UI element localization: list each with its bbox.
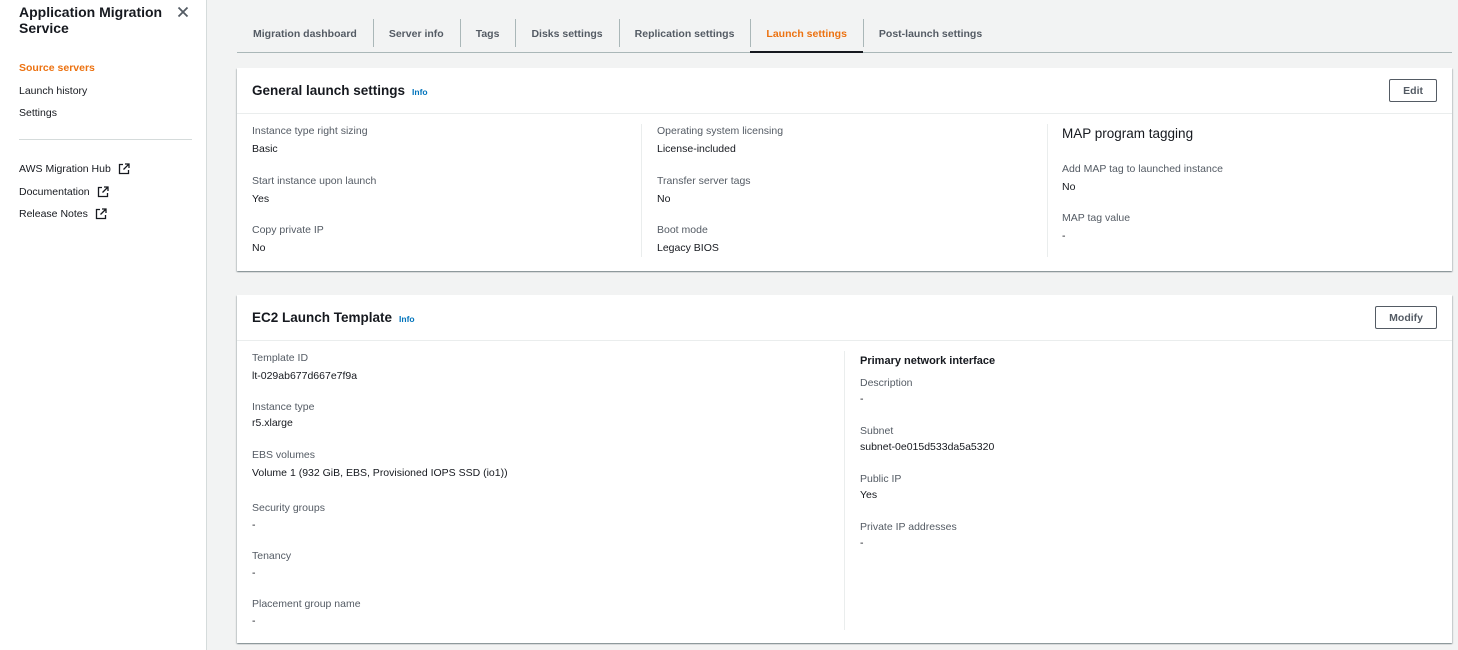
nav-link-release-notes[interactable]: Release Notes (19, 203, 130, 226)
field-label: Transfer server tags (657, 175, 751, 187)
tab-tags[interactable]: Tags (459, 16, 516, 52)
nav-link-label: Release Notes (19, 208, 88, 221)
panel-title: EC2 Launch Template (252, 310, 393, 325)
field-label: MAP tag value (1062, 212, 1131, 224)
panel-header: General launch settings Info Edit (237, 68, 1452, 114)
external-link-icon (118, 163, 130, 175)
field-value: - (252, 519, 256, 531)
field-label: Copy private IP (252, 224, 324, 236)
field-value: No (657, 193, 671, 205)
field-label: Start instance upon launch (252, 175, 377, 187)
info-link[interactable]: Info (412, 87, 428, 97)
field-label: Instance type right sizing (252, 125, 368, 137)
tab-launch-settings[interactable]: Launch settings (750, 16, 863, 53)
field-value: Volume 1 (932 GiB, EBS, Provisioned IOPS… (252, 467, 508, 479)
field-label: Tenancy (252, 550, 292, 562)
field-value: No (252, 242, 266, 254)
field-label: Operating system licensing (657, 125, 784, 137)
nav-item-source-servers[interactable]: Source servers (19, 60, 95, 83)
tab-server-info[interactable]: Server info (372, 16, 460, 52)
field-value: lt-029ab677d667e7f9a (252, 370, 358, 382)
column-divider (844, 351, 845, 630)
side-navigation: Application Migration Service Source ser… (0, 0, 207, 650)
field-value: r5.xlarge (252, 417, 293, 429)
field-label: Instance type (252, 401, 315, 413)
field-value: License-included (657, 143, 736, 155)
field-value: - (1062, 230, 1066, 242)
field-label: EBS volumes (252, 449, 316, 461)
field-value: - (252, 615, 256, 627)
nav-link-aws-migration-hub[interactable]: AWS Migration Hub (19, 158, 130, 181)
field-label: Security groups (252, 502, 325, 514)
info-link[interactable]: Info (399, 314, 415, 324)
field-value: - (860, 537, 864, 549)
field-label: Subnet (860, 425, 894, 437)
server-detail-tabs: Migration dashboard Server info Tags Dis… (237, 16, 1452, 53)
field-label: Boot mode (657, 224, 708, 236)
field-label: Template ID (252, 352, 309, 364)
nav-link-label: AWS Migration Hub (19, 163, 111, 176)
nav-link-label: Documentation (19, 185, 90, 198)
column-divider (641, 124, 642, 257)
ec2-launch-template-panel: EC2 Launch Template Info Modify Template… (237, 295, 1452, 643)
service-title: Application Migration Service (19, 4, 163, 36)
nav-item-launch-history[interactable]: Launch history (19, 83, 95, 106)
field-value: No (1062, 181, 1076, 193)
field-value: Yes (860, 489, 878, 501)
network-interface-heading: Primary network interface (860, 355, 996, 367)
field-value: subnet-0e015d533da5a5320 (860, 441, 995, 453)
field-value: - (860, 393, 864, 405)
nav-link-documentation[interactable]: Documentation (19, 181, 130, 204)
nav-divider (19, 139, 192, 140)
field-value: - (252, 567, 256, 579)
tab-replication-settings[interactable]: Replication settings (618, 16, 751, 52)
field-label: Description (860, 377, 913, 389)
field-value: Legacy BIOS (657, 242, 719, 254)
field-value: Basic (252, 143, 278, 155)
tab-post-launch-settings[interactable]: Post-launch settings (862, 16, 998, 52)
map-tagging-heading: MAP program tagging (1062, 126, 1194, 141)
panel-header: EC2 Launch Template Info Modify (237, 295, 1452, 341)
field-label: Add MAP tag to launched instance (1062, 163, 1223, 175)
external-link-icon (97, 186, 109, 197)
tab-disks-settings[interactable]: Disks settings (515, 16, 618, 52)
edit-button[interactable]: Edit (1389, 79, 1437, 102)
modify-button[interactable]: Modify (1375, 306, 1437, 329)
general-launch-settings-panel: General launch settings Info Edit Instan… (237, 68, 1452, 271)
field-label: Placement group name (252, 598, 361, 610)
close-icon[interactable] (175, 4, 191, 20)
field-value: Yes (252, 193, 270, 205)
tab-migration-dashboard[interactable]: Migration dashboard (237, 16, 373, 52)
panel-title: General launch settings (252, 83, 406, 98)
field-label: Public IP (860, 473, 902, 485)
field-label: Private IP addresses (860, 521, 957, 533)
nav-item-settings[interactable]: Settings (19, 105, 95, 128)
column-divider (1047, 124, 1048, 257)
external-link-icon (95, 208, 107, 220)
